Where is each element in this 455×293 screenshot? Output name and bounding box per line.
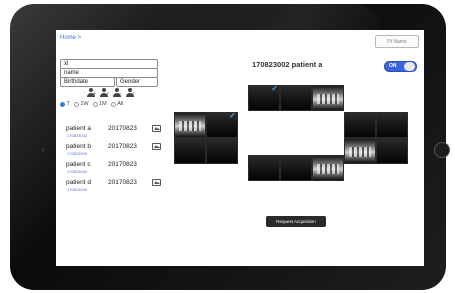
patient-date: 20170823 xyxy=(108,143,137,150)
image-icon[interactable] xyxy=(152,143,161,150)
patient-id: 170823003 xyxy=(67,151,88,156)
check-icon: ✓ xyxy=(229,111,236,120)
tooth-image-slot[interactable] xyxy=(376,138,408,164)
patient-title: 170823002 patient a xyxy=(252,60,323,69)
tooth-image-slot[interactable] xyxy=(280,85,312,111)
tooth-xray-image[interactable] xyxy=(312,155,344,181)
tooth-image-slot[interactable] xyxy=(206,138,238,164)
image-icon[interactable] xyxy=(152,179,161,186)
patient-name: patient c xyxy=(66,161,91,168)
gender-input[interactable]: Gender xyxy=(116,77,158,87)
patient-date: 20170823 xyxy=(108,161,137,168)
breadcrumb[interactable]: Home > xyxy=(60,35,81,41)
patient-name: patient d xyxy=(66,179,91,186)
patient-date: 20170823 xyxy=(108,125,137,132)
app-screen: Home > Pt Name xl name Birthdate Gender … xyxy=(56,30,424,266)
patient-id: 170823002 xyxy=(67,133,88,138)
tooth-image-slot[interactable] xyxy=(344,112,376,138)
acquisition-toggle[interactable]: ON xyxy=(384,61,417,72)
tooth-xray-image[interactable] xyxy=(312,85,344,111)
patient-id: 170823005 xyxy=(67,187,88,192)
patient-id: 170823004 xyxy=(67,169,88,174)
filter-1m[interactable]: 1M xyxy=(92,101,107,107)
patient-date: 20170823 xyxy=(108,179,137,186)
filter-1w[interactable]: 1W xyxy=(73,101,89,107)
image-icon[interactable] xyxy=(152,125,161,132)
filter-today[interactable]: T xyxy=(60,101,70,107)
camera xyxy=(41,148,45,152)
tooth-xray-image[interactable] xyxy=(174,112,206,138)
pt-name-button[interactable]: Pt Name xyxy=(375,35,419,48)
toggle-label: ON xyxy=(389,63,397,69)
tooth-image-slot[interactable] xyxy=(376,112,408,138)
tooth-xray-image[interactable] xyxy=(344,138,376,164)
check-icon: ✓ xyxy=(271,84,278,93)
tooth-image-slot[interactable]: ✓ xyxy=(206,112,238,138)
user-search-icon[interactable]: ⌕ xyxy=(125,88,135,98)
user-remove-icon[interactable]: − xyxy=(112,88,122,98)
tooth-image-slot[interactable]: ✓ xyxy=(248,85,280,111)
filter-all[interactable]: All xyxy=(110,101,123,107)
tooth-image-slot[interactable] xyxy=(174,138,206,164)
tooth-image-slot[interactable] xyxy=(248,155,280,181)
request-acquisition-button[interactable]: Request Acquisition xyxy=(266,216,326,227)
patient-row[interactable]: patient d 170823005 20170823 xyxy=(66,179,170,197)
user-add-icon[interactable]: + xyxy=(86,88,96,98)
user-check-icon[interactable]: ✓ xyxy=(99,88,110,98)
patient-row[interactable]: patient a 170823002 20170823 xyxy=(66,125,170,143)
patient-name: patient a xyxy=(66,125,91,132)
patient-name: patient b xyxy=(66,143,91,150)
home-button[interactable] xyxy=(434,142,450,158)
patient-row[interactable]: patient c 170823004 20170823 xyxy=(66,161,170,179)
tooth-image-slot[interactable] xyxy=(280,155,312,181)
birthdate-input[interactable]: Birthdate xyxy=(60,77,115,87)
date-filter: T 1W 1M All xyxy=(60,101,127,107)
patient-row[interactable]: patient b 170823003 20170823 xyxy=(66,143,170,161)
toggle-knob xyxy=(404,62,415,71)
